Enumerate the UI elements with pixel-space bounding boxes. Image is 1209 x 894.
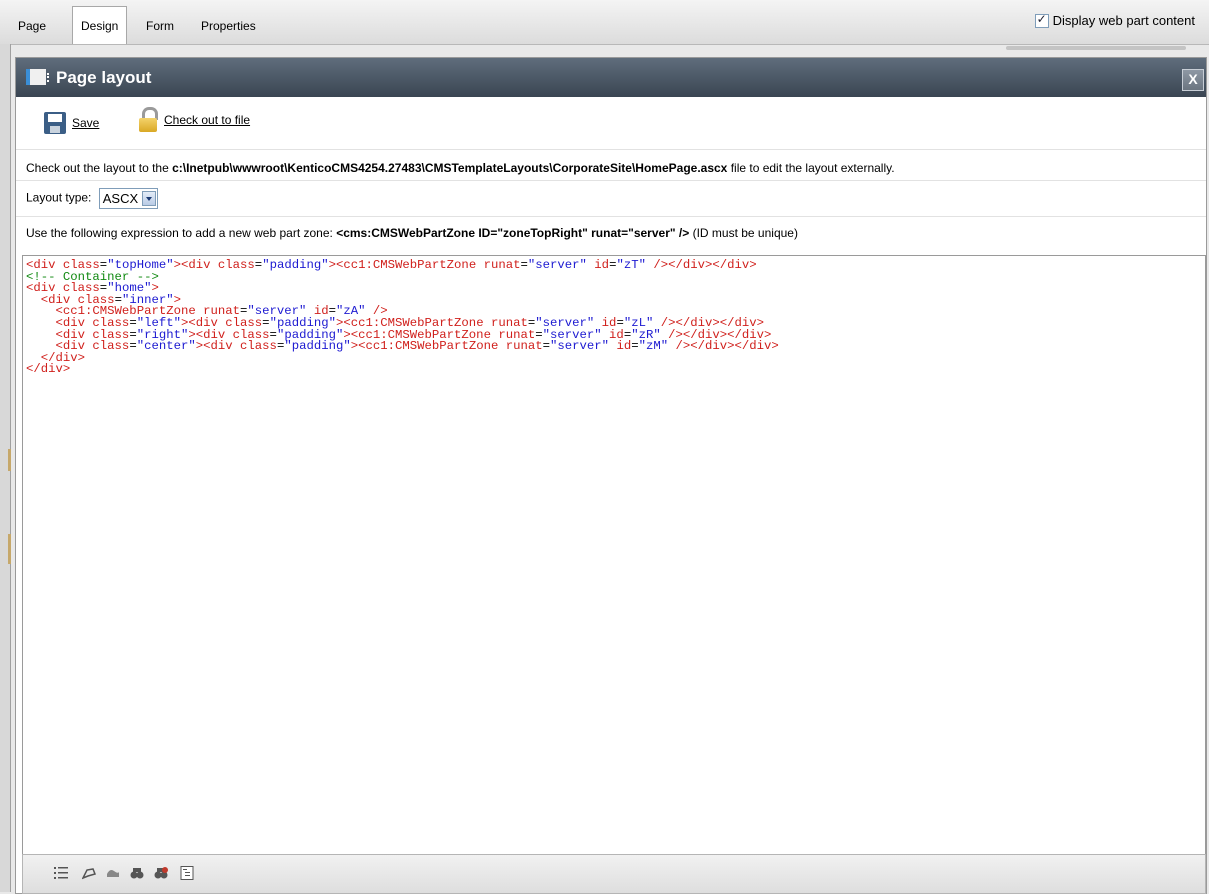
layout-type-row: Layout type: ASCX xyxy=(26,188,159,209)
dialog-titlebar: Page layout X xyxy=(16,58,1206,97)
dialog-title: Page layout xyxy=(56,68,152,87)
horizontal-scrollbar[interactable] xyxy=(1006,46,1186,50)
tab-design[interactable]: Design xyxy=(72,6,128,44)
save-label: Save xyxy=(72,116,100,130)
chevron-down-icon[interactable] xyxy=(142,191,157,206)
line-numbers-icon[interactable] xyxy=(54,866,68,880)
close-button[interactable]: X xyxy=(1182,69,1204,91)
tab-form[interactable]: Form xyxy=(138,7,182,41)
code-line[interactable]: <!-- Container --> xyxy=(26,270,1205,284)
indent-icon[interactable] xyxy=(180,866,194,880)
layout-type-label: Layout type: xyxy=(26,190,92,205)
checkout-info: Check out the layout to the c:\Inetpub\w… xyxy=(26,161,895,175)
zone-hint-prefix: Use the following expression to add a ne… xyxy=(26,226,337,240)
layout-type-select[interactable]: ASCX xyxy=(98,188,159,209)
zone-expression: <cms:CMSWebPartZone ID="zoneTopRight" ru… xyxy=(336,226,690,240)
lock-icon xyxy=(138,107,158,133)
code-editor[interactable]: <div class="topHome"><div class="padding… xyxy=(22,255,1206,855)
zone-hint-suffix: (ID must be unique) xyxy=(689,226,798,240)
page-layout-dialog: Page layout X Save Check out to file Che… xyxy=(15,57,1207,894)
save-button[interactable]: Save xyxy=(44,112,99,134)
highlight-icon[interactable] xyxy=(82,866,96,880)
code-line[interactable]: </div> xyxy=(26,352,1205,365)
left-gutter xyxy=(0,44,11,892)
save-icon xyxy=(44,112,66,134)
check-out-to-file-button[interactable]: Check out to file xyxy=(138,107,250,133)
zone-hint: Use the following expression to add a ne… xyxy=(26,226,798,240)
page-layout-icon xyxy=(26,69,49,85)
wrap-icon[interactable] xyxy=(106,866,120,880)
code-content[interactable]: <div class="topHome"><div class="padding… xyxy=(26,259,1205,376)
find-icon[interactable] xyxy=(130,866,144,880)
checkout-text-suffix: file to edit the layout externally. xyxy=(727,161,895,175)
display-web-part-content-checkbox[interactable] xyxy=(1034,12,1049,28)
code-line[interactable]: </div> xyxy=(26,363,1205,376)
code-line[interactable]: <div class="home"> xyxy=(26,282,1205,295)
code-line[interactable]: <div class="center"><div class="padding"… xyxy=(26,340,1205,353)
dialog-toolbar: Save Check out to file xyxy=(16,97,1206,150)
display-web-part-content-label: Display web part content xyxy=(1052,13,1195,28)
display-web-part-content-toggle[interactable]: Display web part content xyxy=(1034,12,1195,28)
tab-page[interactable]: Page xyxy=(10,7,54,41)
replace-icon[interactable] xyxy=(154,866,168,880)
checkout-path: c:\Inetpub\wwwroot\KenticoCMS4254.27483\… xyxy=(172,161,728,175)
checkout-text-prefix: Check out the layout to the xyxy=(26,161,173,175)
tab-bar: Page Design Form Properties Display web … xyxy=(0,0,1209,50)
code-line[interactable]: <div class="topHome"><div class="padding… xyxy=(26,259,1205,272)
tab-properties[interactable]: Properties xyxy=(193,7,264,41)
layout-type-value: ASCX xyxy=(102,191,139,206)
check-out-label: Check out to file xyxy=(164,113,251,127)
editor-toolbar xyxy=(22,854,1206,894)
